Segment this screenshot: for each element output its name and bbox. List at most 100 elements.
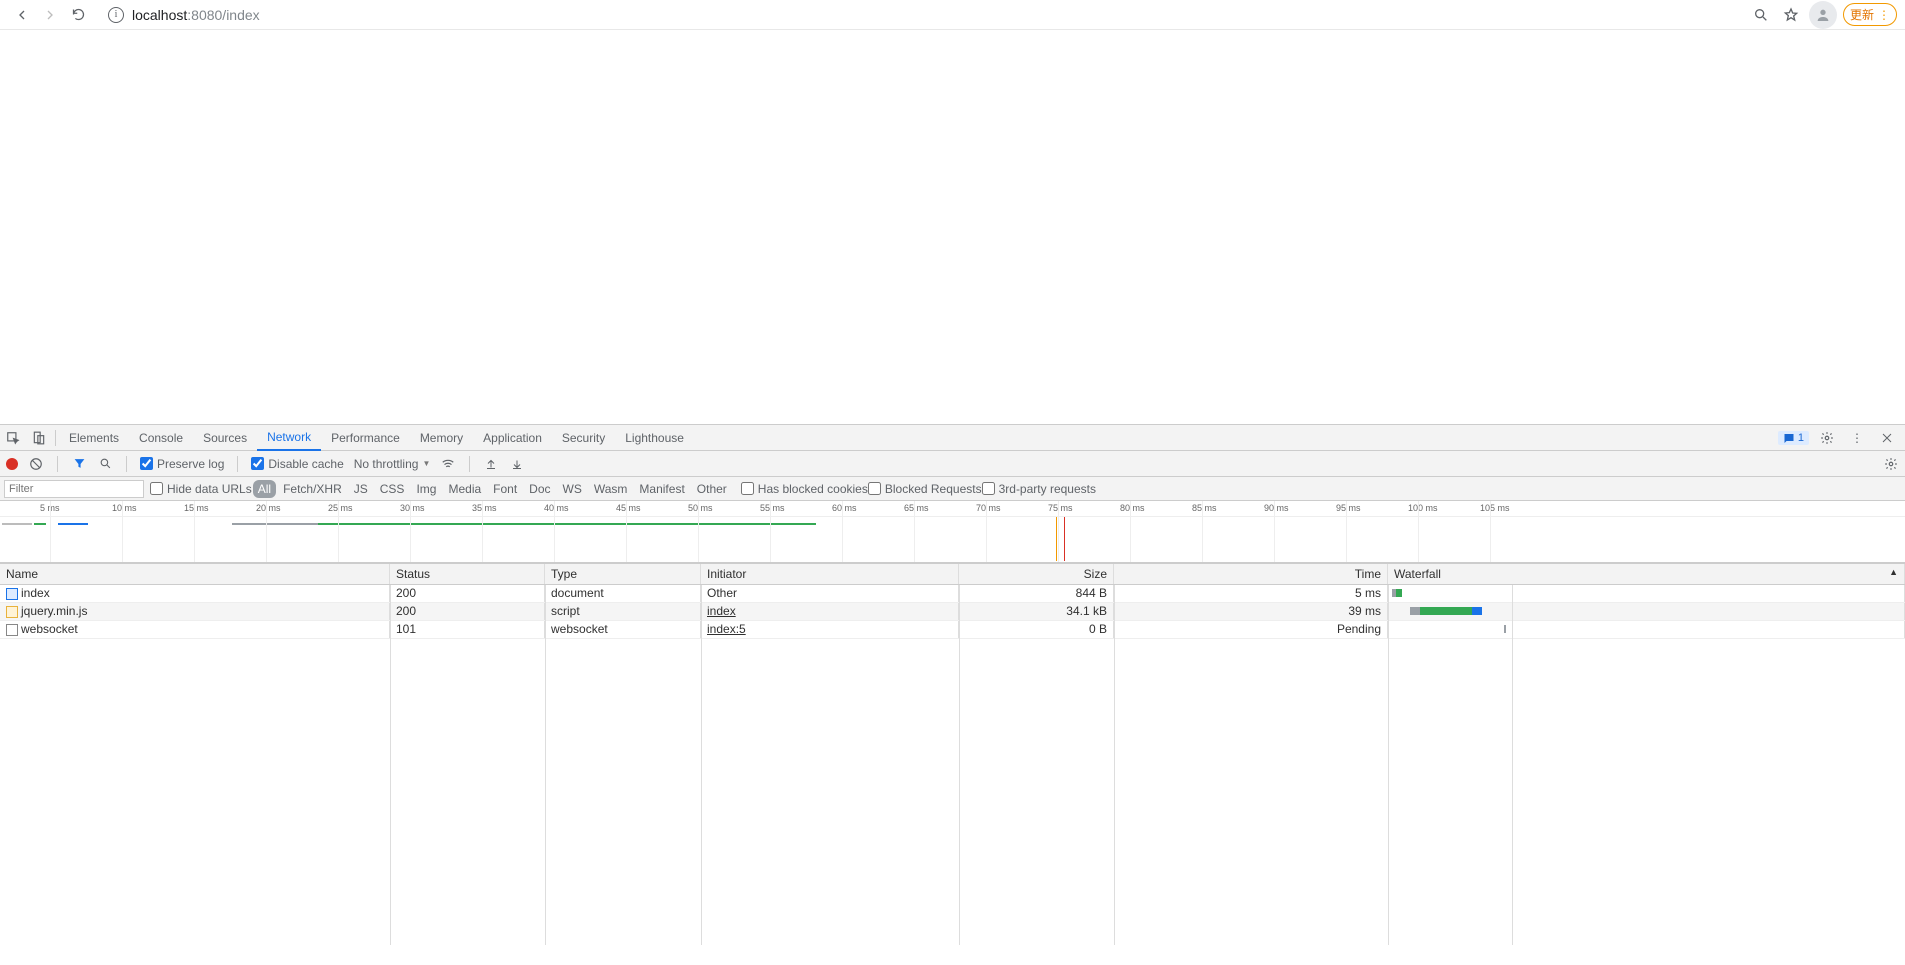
upload-har-icon[interactable]	[483, 456, 499, 472]
filter-type-ws[interactable]: WS	[558, 480, 587, 498]
third-party-checkbox[interactable]: 3rd-party requests	[982, 482, 1096, 496]
tab-elements[interactable]: Elements	[59, 425, 129, 451]
filter-type-img[interactable]: Img	[411, 480, 441, 498]
filter-type-css[interactable]: CSS	[375, 480, 410, 498]
request-waterfall	[1388, 603, 1905, 620]
timeline-tick: 100 ms	[1408, 503, 1438, 513]
timeline-tick: 60 ms	[832, 503, 857, 513]
col-size[interactable]: Size	[959, 564, 1114, 584]
close-devtools-icon[interactable]	[1875, 426, 1899, 450]
col-time[interactable]: Time	[1114, 564, 1388, 584]
tab-security[interactable]: Security	[552, 425, 615, 451]
filter-type-font[interactable]: Font	[488, 480, 522, 498]
timeline-overview[interactable]: 5 ms10 ms15 ms20 ms25 ms30 ms35 ms40 ms4…	[0, 501, 1905, 563]
filter-type-doc[interactable]: Doc	[524, 480, 555, 498]
filter-type-other[interactable]: Other	[692, 480, 732, 498]
search-icon[interactable]	[97, 456, 113, 472]
tab-network[interactable]: Network	[257, 425, 321, 451]
timeline-tick: 50 ms	[688, 503, 713, 513]
browser-toolbar: i localhost:8080/index 更新⋮	[0, 0, 1905, 30]
timeline-tick: 105 ms	[1480, 503, 1510, 513]
timeline-tick: 65 ms	[904, 503, 929, 513]
request-name: index	[21, 586, 50, 600]
request-size: 0 B	[959, 621, 1114, 638]
disable-cache-checkbox[interactable]: Disable cache	[251, 457, 343, 471]
file-js-icon	[6, 606, 18, 618]
zoom-icon[interactable]	[1749, 3, 1773, 27]
timeline-tick: 95 ms	[1336, 503, 1361, 513]
file-ws-icon	[6, 624, 18, 636]
table-row[interactable]: index200documentOther844 B5 ms	[0, 585, 1905, 603]
timeline-tick: 70 ms	[976, 503, 1001, 513]
blocked-requests-checkbox[interactable]: Blocked Requests	[868, 482, 982, 496]
tab-lighthouse[interactable]: Lighthouse	[615, 425, 694, 451]
more-menu-icon[interactable]: ⋮	[1845, 426, 1869, 450]
page-viewport	[0, 30, 1905, 424]
timeline-tick: 45 ms	[616, 503, 641, 513]
timeline-tick: 85 ms	[1192, 503, 1217, 513]
request-time: Pending	[1114, 621, 1388, 638]
filter-type-manifest[interactable]: Manifest	[634, 480, 689, 498]
blocked-cookies-checkbox[interactable]: Has blocked cookies	[741, 482, 868, 496]
request-size: 34.1 kB	[959, 603, 1114, 620]
site-info-icon[interactable]: i	[108, 7, 124, 23]
hide-data-urls-checkbox[interactable]: Hide data URLs	[150, 482, 252, 496]
forward-button[interactable]	[36, 1, 64, 29]
issues-badge[interactable]: 1	[1778, 431, 1809, 445]
download-har-icon[interactable]	[509, 456, 525, 472]
filter-type-media[interactable]: Media	[443, 480, 486, 498]
bookmark-star-icon[interactable]	[1779, 3, 1803, 27]
request-initiator[interactable]: Other	[701, 585, 959, 602]
col-name[interactable]: Name	[0, 564, 390, 584]
request-size: 844 B	[959, 585, 1114, 602]
timeline-tick: 15 ms	[184, 503, 209, 513]
filter-type-wasm[interactable]: Wasm	[589, 480, 633, 498]
table-header: Name Status Type Initiator Size Time Wat…	[0, 563, 1905, 585]
clear-icon[interactable]	[28, 456, 44, 472]
settings-gear-icon[interactable]	[1815, 426, 1839, 450]
request-type: document	[545, 585, 701, 602]
col-status[interactable]: Status	[390, 564, 545, 584]
timeline-tick: 40 ms	[544, 503, 569, 513]
timeline-tick: 25 ms	[328, 503, 353, 513]
request-initiator[interactable]: index	[701, 603, 959, 620]
request-type: websocket	[545, 621, 701, 638]
update-button[interactable]: 更新⋮	[1843, 3, 1897, 26]
profile-avatar[interactable]	[1809, 1, 1837, 29]
filter-type-all[interactable]: All	[253, 480, 276, 498]
filter-type-fetch[interactable]: Fetch/XHR	[278, 480, 347, 498]
tab-console[interactable]: Console	[129, 425, 193, 451]
tab-performance[interactable]: Performance	[321, 425, 410, 451]
col-waterfall[interactable]: Waterfall▲	[1388, 564, 1905, 584]
timeline-tick: 10 ms	[112, 503, 137, 513]
filter-funnel-icon[interactable]	[71, 456, 87, 472]
filter-type-js[interactable]: JS	[349, 480, 373, 498]
col-type[interactable]: Type	[545, 564, 701, 584]
filter-input[interactable]	[4, 480, 144, 498]
table-row[interactable]: websocket101websocketindex:50 BPending	[0, 621, 1905, 639]
tab-memory[interactable]: Memory	[410, 425, 473, 451]
device-toolbar-icon[interactable]	[26, 425, 52, 451]
record-button[interactable]	[6, 458, 18, 470]
request-waterfall	[1388, 621, 1905, 638]
throttling-select[interactable]: No throttling▼	[354, 457, 431, 471]
reload-button[interactable]	[64, 1, 92, 29]
request-initiator[interactable]: index:5	[701, 621, 959, 638]
request-name: jquery.min.js	[21, 604, 87, 618]
network-settings-icon[interactable]	[1883, 456, 1899, 472]
request-status: 101	[390, 621, 545, 638]
table-row[interactable]: jquery.min.js200scriptindex34.1 kB39 ms	[0, 603, 1905, 621]
back-button[interactable]	[8, 1, 36, 29]
address-bar[interactable]: i localhost:8080/index	[100, 1, 1749, 29]
tab-sources[interactable]: Sources	[193, 425, 257, 451]
request-name: websocket	[21, 622, 78, 636]
preserve-log-checkbox[interactable]: Preserve log	[140, 457, 224, 471]
devtools-tabbar: Elements Console Sources Network Perform…	[0, 425, 1905, 451]
inspect-element-icon[interactable]	[0, 425, 26, 451]
col-initiator[interactable]: Initiator	[701, 564, 959, 584]
network-table: Name Status Type Initiator Size Time Wat…	[0, 563, 1905, 965]
devtools-panel: Elements Console Sources Network Perform…	[0, 424, 1905, 965]
network-conditions-icon[interactable]	[440, 456, 456, 472]
timeline-tick: 30 ms	[400, 503, 425, 513]
tab-application[interactable]: Application	[473, 425, 552, 451]
